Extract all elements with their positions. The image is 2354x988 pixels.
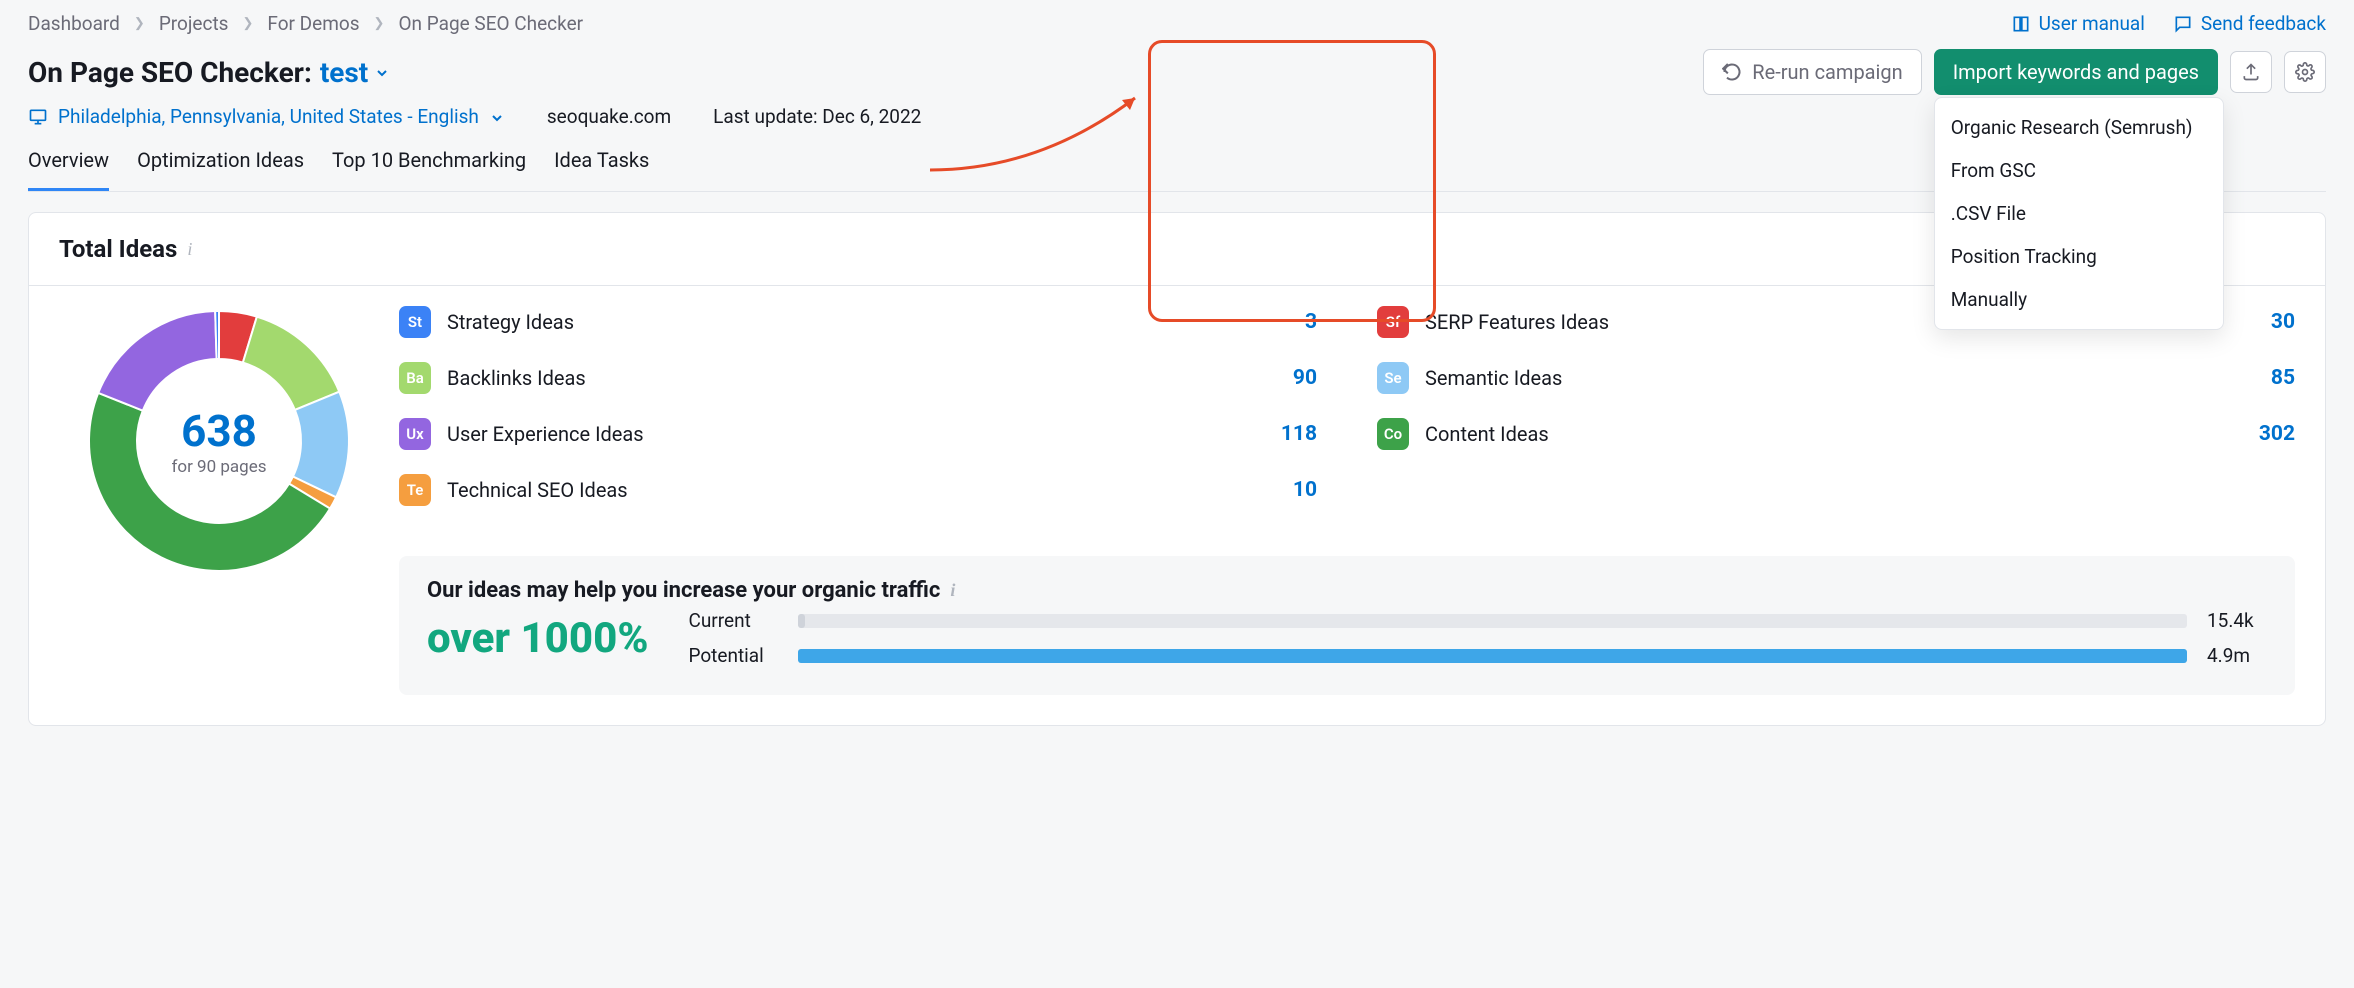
current-value: 15.4k	[2207, 609, 2267, 632]
info-icon[interactable]: i	[950, 580, 955, 601]
tab-overview[interactable]: Overview	[28, 142, 109, 191]
idea-count: 3	[1305, 310, 1317, 334]
traffic-title: Our ideas may help you increase your org…	[427, 578, 940, 603]
idea-badge: Te	[399, 474, 431, 506]
idea-label: Strategy Ideas	[447, 310, 1289, 334]
tab-optimization-ideas[interactable]: Optimization Ideas	[137, 142, 304, 191]
chat-icon	[2173, 14, 2193, 34]
idea-label: Backlinks Ideas	[447, 366, 1277, 390]
chevron-down-icon	[374, 65, 390, 81]
send-feedback-link[interactable]: Send feedback	[2173, 12, 2326, 35]
dropdown-manually[interactable]: Manually	[1935, 278, 2223, 321]
user-manual-link[interactable]: User manual	[2011, 12, 2145, 35]
import-keywords-button[interactable]: Import keywords and pages	[1934, 49, 2218, 95]
rerun-campaign-button[interactable]: Re-run campaign	[1703, 49, 1921, 95]
import-dropdown: Organic Research (Semrush) From GSC .CSV…	[1934, 97, 2224, 330]
idea-badge: Se	[1377, 362, 1409, 394]
traffic-increase-pct: over 1000%	[427, 614, 648, 663]
book-icon	[2011, 14, 2031, 34]
idea-label: Technical SEO Ideas	[447, 478, 1277, 502]
potential-label: Potential	[688, 644, 778, 667]
chevron-right-icon: ❯	[242, 16, 253, 31]
current-label: Current	[688, 609, 778, 632]
dropdown-csv-file[interactable]: .CSV File	[1935, 192, 2223, 235]
idea-badge: Co	[1377, 418, 1409, 450]
idea-badge: Sf	[1377, 306, 1409, 338]
idea-count: 85	[2271, 366, 2295, 390]
breadcrumb-projects[interactable]: Projects	[159, 12, 229, 35]
dropdown-from-gsc[interactable]: From GSC	[1935, 149, 2223, 192]
dropdown-position-tracking[interactable]: Position Tracking	[1935, 235, 2223, 278]
page-title: On Page SEO Checker:	[28, 56, 312, 89]
idea-label: Content Ideas	[1425, 422, 2243, 446]
export-button[interactable]	[2230, 51, 2272, 93]
idea-count: 90	[1293, 366, 1317, 390]
tab-idea-tasks[interactable]: Idea Tasks	[554, 142, 649, 191]
chevron-down-icon	[489, 110, 505, 126]
ideas-donut-chart: 638 for 90 pages	[84, 306, 354, 576]
dropdown-organic-research[interactable]: Organic Research (Semrush)	[1935, 106, 2223, 149]
idea-row-ba[interactable]: Ba Backlinks Ideas 90	[399, 362, 1317, 394]
idea-count: 302	[2259, 422, 2295, 446]
total-ideas-sub: for 90 pages	[171, 457, 266, 477]
tab-benchmarking[interactable]: Top 10 Benchmarking	[332, 142, 526, 191]
idea-row-se[interactable]: Se Semantic Ideas 85	[1377, 362, 2295, 394]
breadcrumb-current: On Page SEO Checker	[398, 12, 583, 35]
idea-badge: St	[399, 306, 431, 338]
idea-row-ux[interactable]: Ux User Experience Ideas 118	[399, 418, 1317, 450]
breadcrumb: Dashboard ❯ Projects ❯ For Demos ❯ On Pa…	[28, 12, 583, 35]
current-bar	[798, 614, 2187, 628]
traffic-increase-card: Our ideas may help you increase your org…	[399, 556, 2295, 695]
domain-text: seoquake.com	[547, 105, 671, 128]
desktop-icon	[28, 107, 48, 127]
gear-icon	[2295, 62, 2315, 82]
idea-label: User Experience Ideas	[447, 422, 1265, 446]
potential-value: 4.9m	[2207, 644, 2267, 667]
total-ideas-count[interactable]: 638	[181, 405, 257, 457]
refresh-icon	[1722, 62, 1742, 82]
info-icon[interactable]: i	[187, 239, 192, 260]
chevron-right-icon: ❯	[134, 16, 145, 31]
idea-badge: Ux	[399, 418, 431, 450]
settings-button[interactable]	[2284, 51, 2326, 93]
idea-label: Semantic Ideas	[1425, 366, 2255, 390]
total-ideas-title: Total Ideas	[59, 235, 177, 263]
idea-badge: Ba	[399, 362, 431, 394]
idea-count: 118	[1281, 422, 1317, 446]
idea-row-te[interactable]: Te Technical SEO Ideas 10	[399, 474, 1317, 506]
idea-row-st[interactable]: St Strategy Ideas 3	[399, 306, 1317, 338]
project-selector[interactable]: test	[320, 56, 390, 89]
idea-count: 10	[1293, 478, 1317, 502]
potential-bar	[798, 649, 2187, 663]
chevron-right-icon: ❯	[374, 16, 385, 31]
idea-row-co[interactable]: Co Content Ideas 302	[1377, 418, 2295, 450]
export-icon	[2241, 62, 2261, 82]
location-selector[interactable]: Philadelphia, Pennsylvania, United State…	[28, 105, 505, 128]
breadcrumb-demos[interactable]: For Demos	[267, 12, 359, 35]
breadcrumb-dashboard[interactable]: Dashboard	[28, 12, 120, 35]
last-update-text: Last update: Dec 6, 2022	[713, 105, 921, 128]
idea-count: 30	[2271, 310, 2295, 334]
